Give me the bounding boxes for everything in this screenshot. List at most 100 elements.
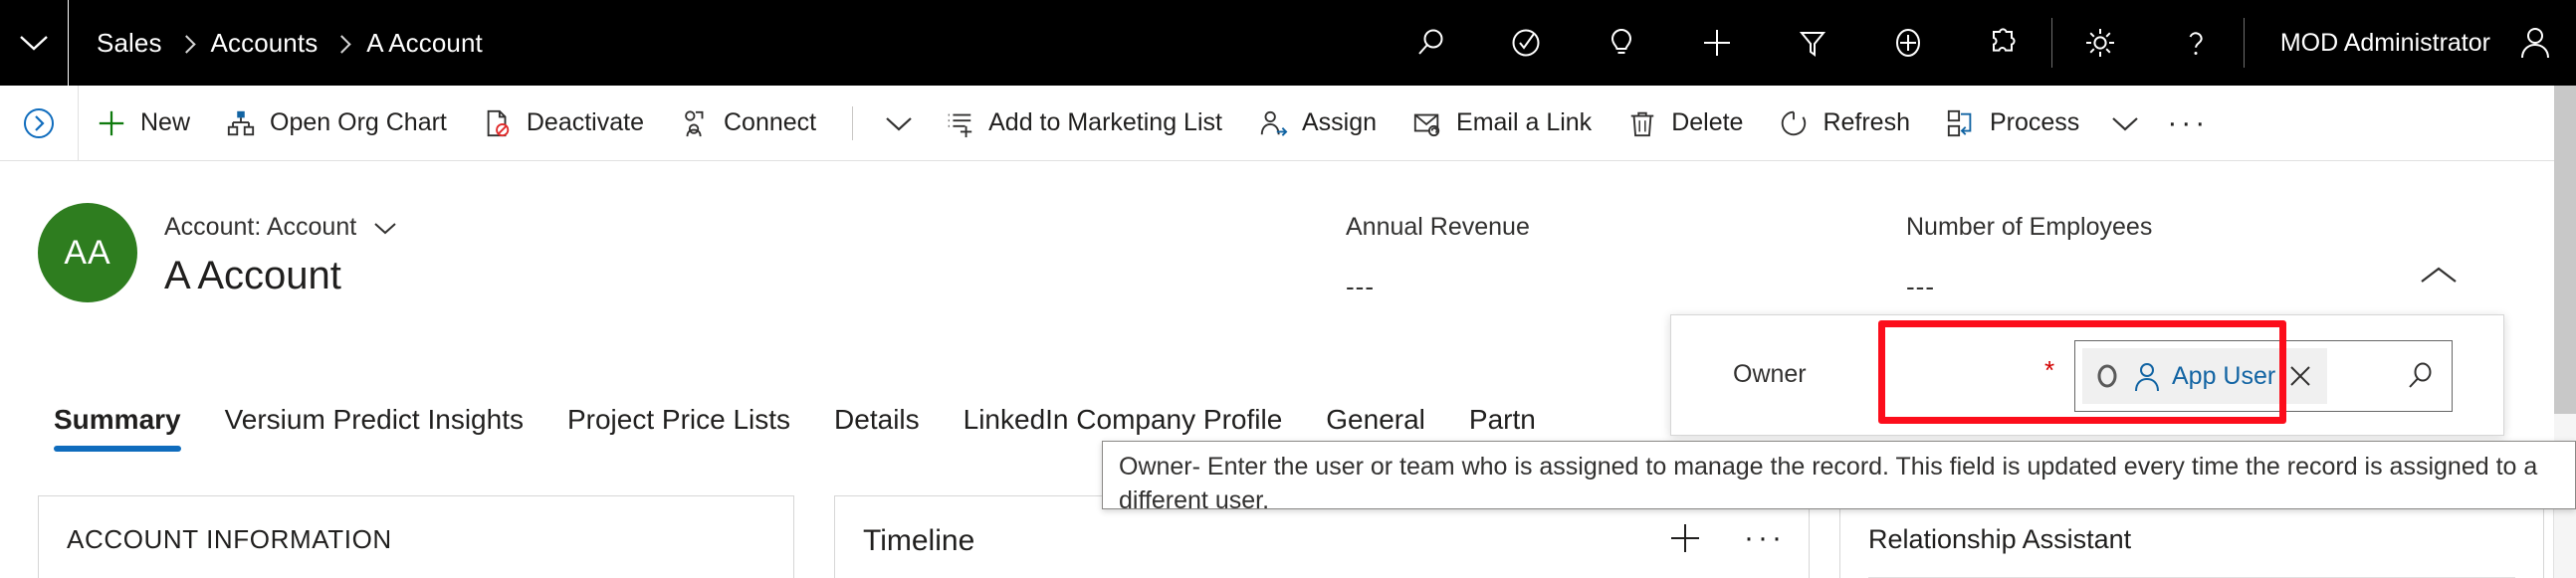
email-a-link-label: Email a Link bbox=[1456, 108, 1593, 136]
tab-summary[interactable]: Summary bbox=[32, 388, 203, 464]
refresh-label: Refresh bbox=[1823, 108, 1910, 136]
owner-field-tooltip: Owner- Enter the user or team who is ass… bbox=[1102, 441, 2576, 509]
process-more-button[interactable] bbox=[2097, 86, 2153, 161]
chevron-down-icon bbox=[374, 222, 396, 234]
quick-create-button[interactable] bbox=[1669, 0, 1765, 86]
tab-versium-predict-insights[interactable]: Versium Predict Insights bbox=[203, 388, 545, 464]
search-icon bbox=[2409, 362, 2432, 388]
plus-icon bbox=[1671, 524, 1699, 552]
timeline-add-button[interactable] bbox=[1659, 514, 1711, 562]
tab-linkedin-company-profile-label: LinkedIn Company Profile bbox=[963, 404, 1283, 435]
connect-people-icon bbox=[680, 107, 710, 139]
filter-icon bbox=[1799, 32, 1825, 57]
header-field-annual-revenue: Annual Revenue --- bbox=[1346, 213, 1530, 302]
tab-details[interactable]: Details bbox=[812, 388, 942, 464]
insights-button[interactable] bbox=[1574, 0, 1669, 86]
breadcrumb: Sales Accounts A Account bbox=[69, 28, 483, 59]
org-chart-icon bbox=[226, 107, 256, 139]
timeline-title: Timeline bbox=[863, 524, 975, 557]
record-entity-label: Account: Account bbox=[164, 213, 357, 241]
filter-button[interactable] bbox=[1765, 0, 1860, 86]
record-avatar: AA bbox=[38, 203, 137, 302]
owner-field-label: Owner bbox=[1733, 360, 1807, 388]
add-to-marketing-list-button[interactable]: Add to Marketing List bbox=[927, 86, 1240, 161]
page-title: A Account bbox=[164, 254, 341, 297]
delete-button[interactable]: Delete bbox=[1610, 86, 1761, 161]
process-button[interactable]: Process bbox=[1928, 86, 2097, 161]
process-flow-icon bbox=[1946, 107, 1976, 139]
user-name-label: MOD Administrator bbox=[2279, 28, 2490, 57]
owner-lookup-input[interactable]: App User bbox=[2074, 340, 2453, 412]
process-label: Process bbox=[1990, 108, 2080, 136]
trash-icon bbox=[1627, 107, 1657, 139]
email-link-icon bbox=[1412, 107, 1442, 139]
top-navigation-bar: Sales Accounts A Account MOD Administrat… bbox=[0, 0, 2576, 86]
help-button[interactable] bbox=[2148, 0, 2244, 86]
plus-icon bbox=[1703, 30, 1730, 56]
open-org-chart-button[interactable]: Open Org Chart bbox=[208, 86, 465, 161]
plus-circle-icon bbox=[1895, 29, 1920, 57]
assign-button[interactable]: Assign bbox=[1240, 86, 1395, 161]
account-information-title: ACCOUNT INFORMATION bbox=[67, 524, 392, 554]
tab-project-price-lists[interactable]: Project Price Lists bbox=[545, 388, 812, 464]
timeline-card-actions: ··· bbox=[1659, 514, 1791, 562]
owner-field-panel: Owner * App User bbox=[1670, 314, 2504, 436]
app-menu-button[interactable] bbox=[0, 0, 68, 86]
question-icon bbox=[2189, 32, 2203, 55]
breadcrumb-separator-icon bbox=[176, 34, 196, 54]
email-a-link-button[interactable]: Email a Link bbox=[1395, 86, 1610, 161]
command-group-divider bbox=[852, 105, 854, 140]
connect-button[interactable]: Connect bbox=[662, 86, 834, 161]
expand-navigation-button[interactable] bbox=[0, 86, 78, 161]
new-button-label: New bbox=[140, 108, 191, 136]
delete-label: Delete bbox=[1671, 108, 1744, 136]
tab-summary-label: Summary bbox=[54, 404, 181, 435]
open-org-chart-label: Open Org Chart bbox=[270, 108, 447, 136]
refresh-button[interactable]: Refresh bbox=[1761, 86, 1928, 161]
annual-revenue-label: Annual Revenue bbox=[1346, 213, 1530, 241]
person-icon bbox=[2521, 28, 2549, 59]
header-collapse-button[interactable] bbox=[2411, 253, 2467, 298]
number-of-employees-value[interactable]: --- bbox=[1906, 272, 2152, 302]
owner-lookup-remove-button[interactable] bbox=[2285, 361, 2315, 391]
plus-icon bbox=[97, 107, 126, 139]
breadcrumb-item-entity[interactable]: Accounts bbox=[211, 28, 319, 59]
breadcrumb-separator-icon bbox=[332, 34, 351, 54]
topbar-icon-group: MOD Administrator bbox=[1383, 0, 2576, 86]
annual-revenue-value[interactable]: --- bbox=[1346, 272, 1530, 302]
tab-versium-predict-insights-label: Versium Predict Insights bbox=[224, 404, 524, 435]
search-button[interactable] bbox=[1383, 0, 1478, 86]
deactivate-label: Deactivate bbox=[526, 108, 644, 136]
gear-icon bbox=[2085, 29, 2114, 57]
owner-lookup-value: App User bbox=[2172, 361, 2276, 390]
command-bar-overflow-button[interactable]: ··· bbox=[2153, 86, 2223, 161]
close-icon bbox=[2290, 366, 2310, 386]
chevron-down-icon bbox=[20, 36, 48, 51]
owner-required-marker: * bbox=[2044, 355, 2055, 385]
chevron-down-icon bbox=[2112, 116, 2139, 130]
record-entity-selector[interactable]: Account: Account bbox=[164, 213, 398, 242]
tab-details-label: Details bbox=[834, 404, 920, 435]
owner-lookup-chip[interactable]: App User bbox=[2082, 348, 2328, 404]
vertical-scrollbar-thumb[interactable] bbox=[2554, 86, 2576, 414]
assistant-check-icon bbox=[1512, 29, 1540, 57]
timeline-more-button[interactable]: ··· bbox=[1739, 514, 1791, 562]
new-button[interactable]: New bbox=[79, 86, 208, 161]
user-account-button[interactable]: MOD Administrator bbox=[2245, 0, 2576, 86]
chevron-down-icon bbox=[886, 116, 912, 130]
breadcrumb-item-app[interactable]: Sales bbox=[97, 28, 162, 59]
tab-partners-label: Partn bbox=[1468, 404, 1536, 435]
extensions-button[interactable] bbox=[1956, 0, 2051, 86]
add-to-list-icon bbox=[945, 107, 974, 139]
connect-more-button[interactable] bbox=[871, 86, 927, 161]
owner-lookup-search-button[interactable] bbox=[2388, 341, 2452, 411]
deactivate-button[interactable]: Deactivate bbox=[465, 86, 662, 161]
breadcrumb-item-record: A Account bbox=[366, 27, 483, 58]
search-icon bbox=[1418, 29, 1443, 55]
chevron-right-circle-icon bbox=[24, 107, 54, 138]
assign-person-icon bbox=[1258, 107, 1288, 139]
assistant-button[interactable] bbox=[1478, 0, 1574, 86]
settings-button[interactable] bbox=[2052, 0, 2148, 86]
number-of-employees-label: Number of Employees bbox=[1906, 213, 2153, 241]
add-button[interactable] bbox=[1860, 0, 1956, 86]
